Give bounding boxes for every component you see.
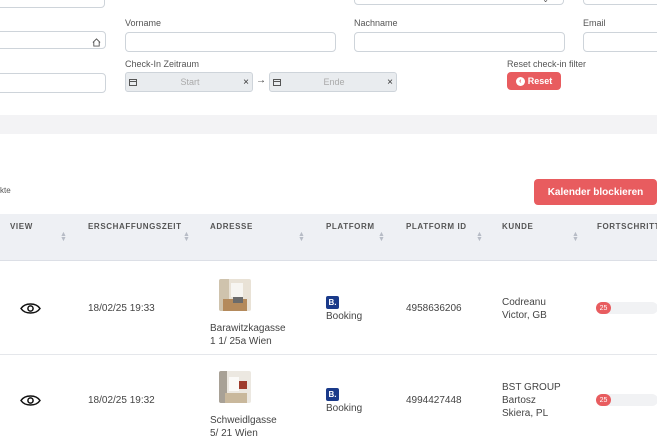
customer-line1: Codreanu — [502, 297, 546, 308]
reset-button[interactable]: ‹ Reset — [507, 72, 561, 90]
back-arrow-icon: ‹ — [515, 76, 525, 86]
customer-line2: Bartosz — [502, 395, 536, 406]
booking-logo-icon: B. — [326, 388, 339, 401]
created-time: 18/02/25 19:32 — [88, 395, 155, 406]
progress-bar: 25 — [596, 394, 657, 406]
col-address[interactable]: ADRESSE — [210, 222, 253, 231]
col-platform[interactable]: PLATFORM — [326, 222, 375, 231]
top-middle-input[interactable]: ⌄ — [354, 0, 564, 5]
col-customer[interactable]: KUNDE — [502, 222, 533, 231]
platform-id: 4958636206 — [406, 303, 462, 314]
arrow-right-icon: → — [256, 75, 266, 86]
sort-icon[interactable]: ▲ ▼ — [183, 231, 190, 243]
vorname-input[interactable] — [125, 32, 336, 52]
sort-icon[interactable]: ▲ ▼ — [298, 231, 305, 243]
nachname-label: Nachname — [354, 18, 398, 28]
vorname-label: Vorname — [125, 18, 162, 28]
platform-name: Booking — [326, 403, 363, 414]
reset-button-label: Reset — [527, 76, 553, 86]
left-third-input[interactable] — [0, 73, 106, 93]
home-icon — [92, 34, 101, 47]
end-placeholder: Ende — [323, 77, 345, 87]
address-line1: Schweidlgasse — [210, 415, 277, 426]
platform-id: 4994427448 — [406, 395, 462, 406]
platform-name: Booking — [326, 311, 363, 322]
toolbar-left-text: kte — [0, 186, 11, 195]
col-created[interactable]: ERSCHAFFUNGSZEIT — [88, 222, 182, 231]
col-progress[interactable]: FORTSCHRITT — [597, 222, 657, 231]
block-calendar-button[interactable]: Kalender blockieren — [534, 179, 657, 205]
col-view[interactable]: VIEW — [10, 222, 33, 231]
progress-badge: 25 — [596, 302, 611, 314]
booking-logo-icon: B. — [326, 296, 339, 309]
eye-icon[interactable] — [20, 394, 41, 407]
start-placeholder: Start — [180, 77, 200, 87]
sort-icon[interactable]: ▲ ▼ — [60, 231, 67, 243]
address-line2: 1 1/ 25a Wien — [210, 336, 272, 347]
section-divider — [0, 115, 657, 134]
address-line2: 5/ 21 Wien — [210, 428, 258, 439]
clear-start-icon[interactable]: × — [240, 77, 252, 88]
checkin-start-field[interactable]: Start × — [125, 72, 253, 92]
progress-badge: 25 — [596, 394, 611, 406]
chevron-down-icon: ⌄ — [542, 0, 549, 4]
top-left-input[interactable] — [0, 0, 105, 8]
address-line1: Barawitzkagasse — [210, 323, 286, 334]
checkin-label: Check-In Zeitraum — [125, 59, 200, 69]
clear-end-icon[interactable]: × — [384, 77, 396, 88]
customer-line2: Victor, GB — [502, 310, 547, 321]
customer-line3: Skiera, PL — [502, 408, 549, 419]
created-time: 18/02/25 19:33 — [88, 303, 155, 314]
email-input[interactable] — [583, 32, 657, 52]
email-label: Email — [583, 18, 606, 28]
property-thumbnail[interactable] — [219, 371, 251, 403]
reset-filter-label: Reset check-in filter — [507, 59, 587, 69]
calendar-icon — [126, 73, 140, 91]
sort-icon[interactable]: ▲ ▼ — [378, 231, 385, 243]
top-right-input[interactable] — [583, 0, 657, 5]
calendar-icon — [270, 73, 284, 91]
progress-bar: 25 — [596, 302, 657, 314]
property-thumbnail[interactable] — [219, 279, 251, 311]
col-platform-id[interactable]: PLATFORM ID — [406, 222, 467, 231]
eye-icon[interactable] — [20, 302, 41, 315]
sort-icon[interactable]: ▲ ▼ — [476, 231, 483, 243]
sort-icon[interactable]: ▲ ▼ — [572, 231, 579, 243]
checkin-end-field[interactable]: Ende × — [269, 72, 397, 92]
address-input[interactable] — [0, 31, 106, 49]
nachname-input[interactable] — [354, 32, 565, 52]
customer-line1: BST GROUP — [502, 382, 561, 393]
block-calendar-label: Kalender blockieren — [547, 186, 644, 198]
